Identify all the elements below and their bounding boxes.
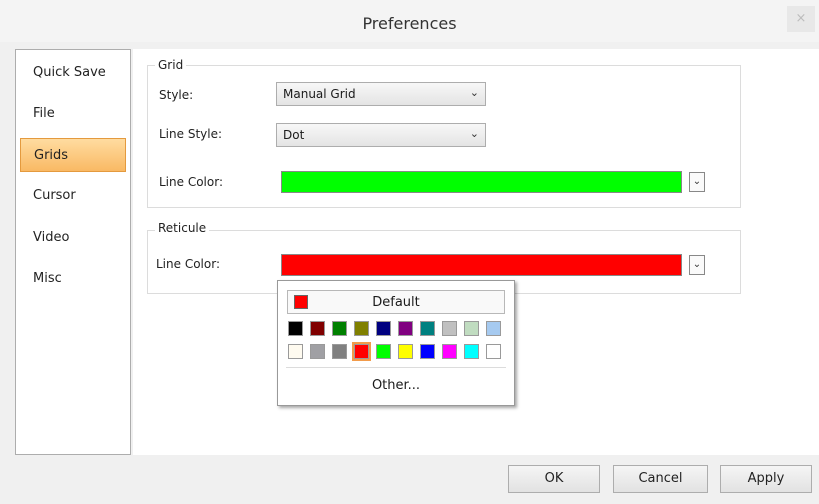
color-swatch-yellow[interactable] (398, 344, 413, 359)
sidebar-item-grids[interactable]: Grids (20, 138, 126, 172)
sidebar-item-misc[interactable]: Misc (20, 262, 126, 296)
title-bar: Preferences × (0, 0, 819, 42)
swatch-row-2 (288, 342, 508, 361)
reticule-line-color-swatch[interactable] (281, 254, 682, 276)
color-swatch-gray[interactable] (332, 344, 347, 359)
line-style-dropdown[interactable]: Dot ⌄ (276, 123, 486, 147)
line-style-value: Dot (283, 128, 305, 142)
color-swatch-fuchsia[interactable] (442, 344, 457, 359)
color-swatch-purple[interactable] (398, 321, 413, 336)
style-label: Style: (159, 88, 194, 102)
color-swatch-sky-blue[interactable] (486, 321, 501, 336)
line-style-label: Line Style: (159, 127, 223, 141)
close-icon[interactable]: × (787, 6, 815, 32)
color-swatch-black[interactable] (288, 321, 303, 336)
sidebar-item-quick-save[interactable]: Quick Save (20, 56, 126, 90)
color-swatch-navy[interactable] (376, 321, 391, 336)
chevron-down-icon: ⌄ (469, 127, 479, 140)
swatch-row-1 (288, 321, 508, 337)
chevron-down-icon[interactable]: ⌄ (689, 255, 705, 275)
sidebar-item-file[interactable]: File (20, 97, 126, 131)
sidebar-item-label: File (33, 106, 55, 121)
grid-line-color-swatch[interactable] (281, 171, 682, 193)
color-swatch-lime[interactable] (376, 344, 391, 359)
style-value: Manual Grid (283, 87, 356, 101)
color-swatch-medium-gray[interactable] (310, 344, 325, 359)
sidebar-item-label: Quick Save (33, 65, 106, 80)
color-picker-popup: Default Other... (277, 280, 515, 406)
color-swatch-olive[interactable] (354, 321, 369, 336)
color-swatch-green[interactable] (332, 321, 347, 336)
color-swatch-red[interactable] (352, 342, 371, 361)
chevron-down-icon[interactable]: ⌄ (689, 172, 705, 192)
color-swatch-silver[interactable] (442, 321, 457, 336)
window-title: Preferences (362, 14, 457, 33)
chevron-down-icon: ⌄ (469, 86, 479, 99)
sidebar-item-cursor[interactable]: Cursor (20, 179, 126, 213)
color-swatch-maroon[interactable] (310, 321, 325, 336)
style-dropdown[interactable]: Manual Grid ⌄ (276, 82, 486, 106)
divider (286, 367, 506, 368)
color-swatch-cream[interactable] (288, 344, 303, 359)
reticule-line-color-label: Line Color: (156, 257, 220, 271)
category-list[interactable]: Quick Save File Grids Cursor Video Misc (15, 49, 131, 455)
sidebar-item-video[interactable]: Video (20, 221, 126, 255)
sidebar-item-label: Cursor (33, 188, 76, 203)
color-swatch-blue[interactable] (420, 344, 435, 359)
sidebar-item-label: Video (33, 230, 70, 245)
ok-button[interactable]: OK (508, 465, 600, 493)
default-color-button[interactable]: Default (287, 290, 505, 314)
reticule-group-title: Reticule (155, 221, 210, 235)
grid-group-title: Grid (155, 58, 187, 72)
other-color-button[interactable]: Other... (278, 378, 514, 393)
color-swatch-teal[interactable] (420, 321, 435, 336)
color-swatch-aqua[interactable] (464, 344, 479, 359)
sidebar-item-label: Misc (33, 271, 62, 286)
apply-button[interactable]: Apply (720, 465, 812, 493)
color-swatch-white[interactable] (486, 344, 501, 359)
cancel-button[interactable]: Cancel (613, 465, 708, 493)
sidebar-item-label: Grids (34, 148, 69, 163)
grid-line-color-label: Line Color: (159, 175, 223, 189)
color-swatch-money-green[interactable] (464, 321, 479, 336)
default-color-label: Default (372, 295, 420, 310)
